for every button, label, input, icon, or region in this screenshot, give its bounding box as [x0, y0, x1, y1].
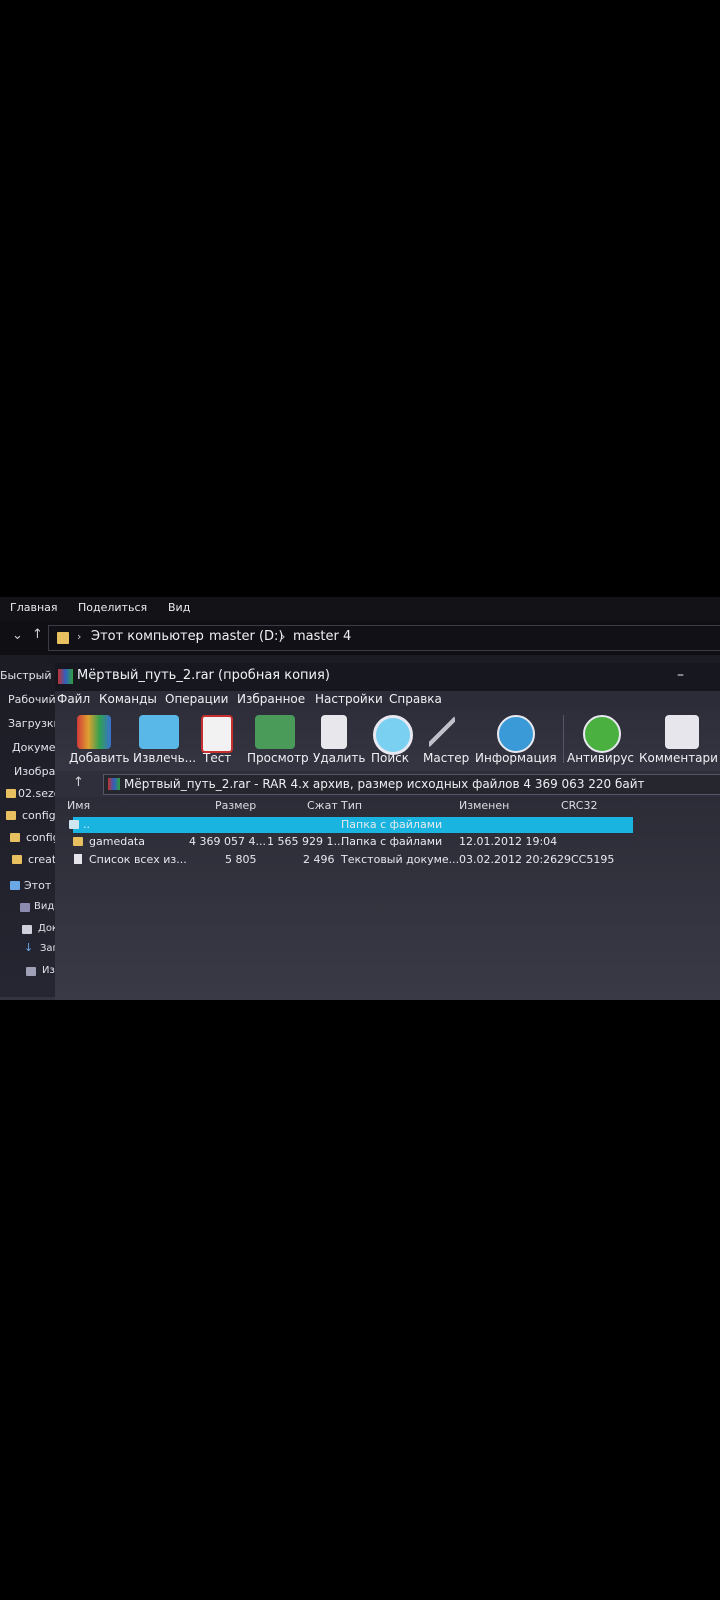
menu-operations[interactable]: Операции [165, 692, 228, 706]
up-arrow-icon[interactable]: ↑ [73, 775, 84, 790]
folder-icon [10, 833, 20, 842]
folder-up-icon [69, 820, 79, 829]
extract-button[interactable]: Извлечь... [133, 709, 199, 771]
nav-item-config-1[interactable]: config [22, 809, 56, 822]
folder-icon [6, 789, 16, 798]
magnifier-icon [373, 715, 413, 755]
documents-icon [22, 925, 32, 934]
add-button[interactable]: Добавить [55, 709, 135, 771]
chevron-right-icon: › [281, 630, 286, 643]
folder-icon [73, 837, 83, 846]
menu-commands[interactable]: Команды [99, 692, 157, 706]
chevron-down-icon[interactable]: ⌄ [12, 628, 23, 643]
menu-favorites[interactable]: Избранное [237, 692, 305, 706]
nav-item-downloads[interactable]: Загрузки [8, 717, 61, 730]
delete-button[interactable]: Удалить [311, 709, 366, 771]
pictures-icon [26, 967, 36, 976]
breadcrumb-drive[interactable]: master (D:) [209, 629, 284, 644]
chevron-right-icon: › [77, 630, 82, 643]
explorer-ribbon: Главная Поделиться Вид [0, 597, 720, 621]
archive-add-icon [77, 715, 111, 749]
breadcrumb-master4[interactable]: master 4 [293, 629, 351, 644]
address-bar[interactable]: › Этот компьютер › master (D:) › master … [48, 625, 720, 651]
comment-bubble-icon [665, 715, 699, 749]
winrar-app-icon [58, 669, 73, 684]
column-type[interactable]: Тип [341, 799, 362, 812]
antivirus-button[interactable]: Антивирус [567, 709, 635, 771]
column-header: Имя Размер Сжат Тип Изменен CRC32 [55, 799, 720, 815]
computer-icon [10, 881, 20, 890]
comment-button[interactable]: Комментари [639, 709, 720, 771]
test-clipboard-icon [201, 715, 233, 753]
folder-icon [6, 811, 16, 820]
video-icon [20, 903, 30, 912]
menu-help[interactable]: Справка [389, 692, 442, 706]
menu-file[interactable]: Файл [57, 692, 90, 706]
ribbon-tab-share[interactable]: Поделиться [78, 601, 147, 614]
monitor-photo: Главная Поделиться Вид ⌄ ↑ › Этот компью… [0, 597, 720, 1000]
column-size[interactable]: Размер [215, 799, 256, 812]
folder-icon [12, 855, 22, 864]
explorer-address-row: ⌄ ↑ › Этот компьютер › master (D:) › mas… [0, 621, 720, 655]
column-crc32[interactable]: CRC32 [561, 799, 597, 812]
archive-path-bar: ↑ Мёртвый_путь_2.rar - RAR 4.x архив, ра… [55, 771, 720, 797]
winrar-window: Мёртвый_путь_2.rar (пробная копия) – Фай… [55, 663, 720, 1000]
folder-icon [57, 632, 69, 644]
download-icon: ↓ [24, 941, 34, 954]
wizard-button[interactable]: Мастер [419, 709, 469, 771]
nav-item-desktop[interactable]: Рабочий [8, 693, 56, 706]
column-packed[interactable]: Сжат [307, 799, 338, 812]
view-button[interactable]: Просмотр [245, 709, 311, 771]
file-row[interactable]: .. Папка с файлами [69, 817, 633, 833]
archive-path-field[interactable]: Мёртвый_путь_2.rar - RAR 4.x архив, разм… [103, 774, 720, 795]
toolbar-separator [563, 715, 564, 763]
view-book-icon [255, 715, 295, 749]
ribbon-tab-home[interactable]: Главная [10, 601, 58, 614]
text-file-icon [74, 854, 82, 864]
winrar-titlebar: Мёртвый_путь_2.rar (пробная копия) – [55, 663, 720, 691]
file-row[interactable]: gamedata 4 369 057 4... 1 565 929 1... П… [73, 834, 633, 850]
up-arrow-icon[interactable]: ↑ [32, 627, 43, 642]
ribbon-tab-view[interactable]: Вид [168, 601, 190, 614]
breadcrumb-this-pc[interactable]: Этот компьютер [91, 629, 204, 644]
window-title: Мёртвый_путь_2.rar (пробная копия) [77, 668, 330, 683]
chevron-right-icon: › [195, 630, 200, 643]
rar-icon [108, 778, 120, 790]
antivirus-bug-icon [583, 715, 621, 753]
magic-wand-icon [429, 715, 455, 749]
nav-item-quick-access[interactable]: Быстрый д [0, 669, 63, 682]
folder-extract-icon [139, 715, 179, 749]
column-name[interactable]: Имя [67, 799, 90, 812]
toolbar: Добавить Извлечь... Тест Просмотр Удалит… [55, 709, 720, 771]
trash-icon [321, 715, 347, 749]
column-modified[interactable]: Изменен [459, 799, 509, 812]
file-row[interactable]: Список всех из... 5 805 2 496 Текстовый … [73, 852, 633, 868]
test-button[interactable]: Тест [195, 709, 239, 771]
find-button[interactable]: Поиск [367, 709, 413, 771]
minimize-button[interactable]: – [677, 667, 684, 683]
info-button[interactable]: Информация [473, 709, 557, 771]
menu-bar: Файл Команды Операции Избранное Настройк… [55, 691, 720, 709]
info-icon [497, 715, 535, 753]
menu-settings[interactable]: Настройки [315, 692, 383, 706]
